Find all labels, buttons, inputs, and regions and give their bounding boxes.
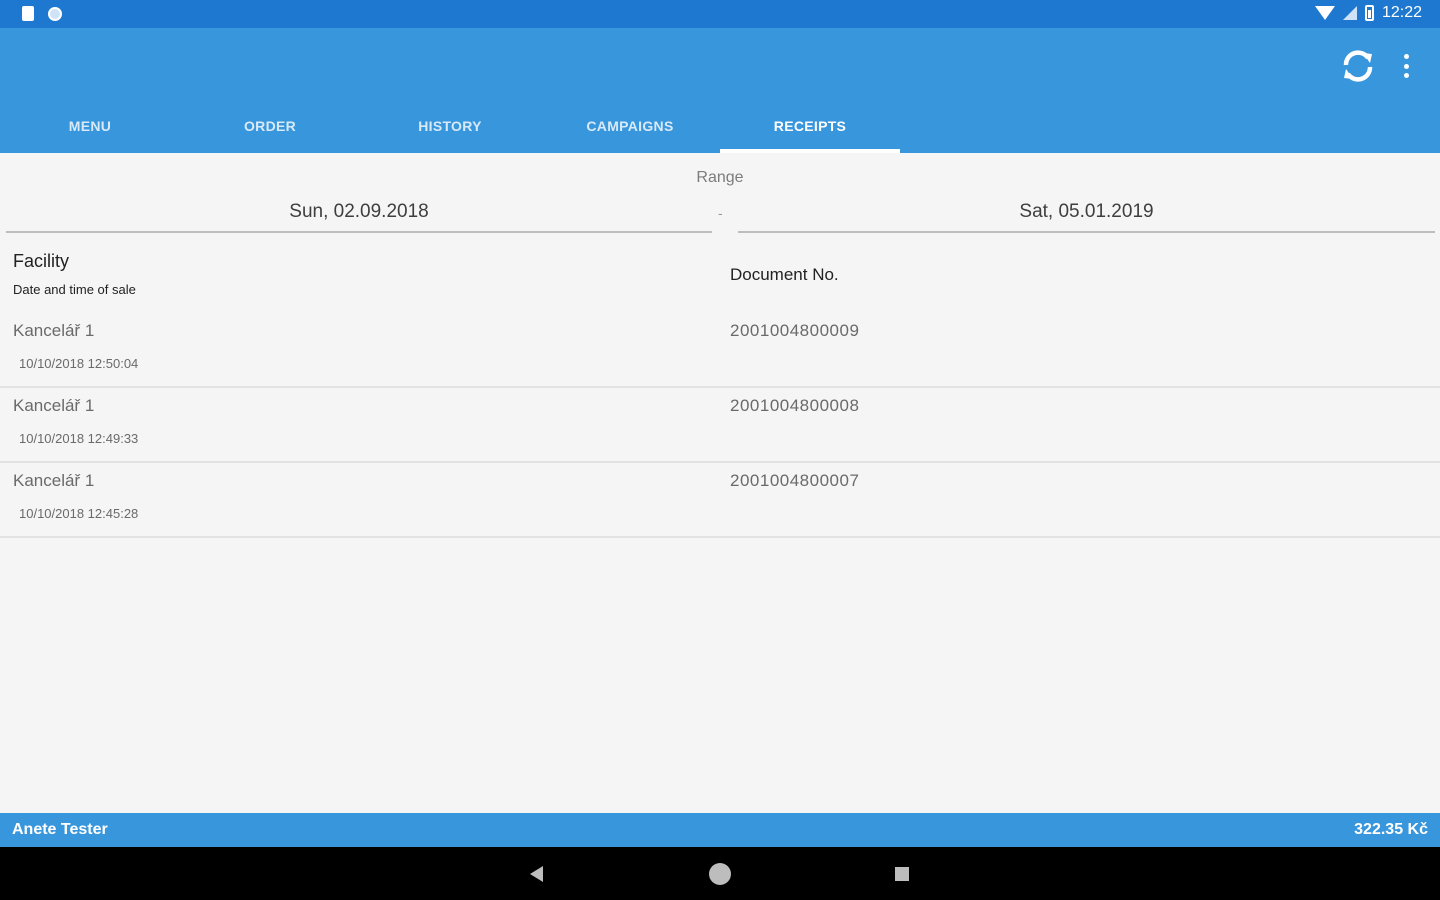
receipt-row[interactable]: Kancelář 1 10/10/2018 12:45:28 200100480… xyxy=(0,463,1440,538)
receipt-facility: Kancelář 1 xyxy=(13,396,95,415)
user-name: Anete Tester xyxy=(12,821,108,838)
range-label: Range xyxy=(696,169,744,186)
tab-receipts[interactable]: RECEIPTS xyxy=(720,108,900,153)
more-options-button[interactable] xyxy=(1394,50,1418,82)
column-header-document-no: Document No. xyxy=(730,265,839,284)
signal-icon xyxy=(1342,6,1357,20)
notification-doc-icon xyxy=(22,6,34,21)
wifi-icon xyxy=(1314,6,1335,20)
receipt-row[interactable]: Kancelář 1 10/10/2018 12:49:33 200100480… xyxy=(0,388,1440,463)
battery-icon xyxy=(1364,5,1374,21)
receipt-facility: Kancelář 1 xyxy=(13,321,95,340)
back-icon[interactable] xyxy=(530,866,543,882)
refresh-icon xyxy=(1343,50,1373,82)
notification-circle-icon xyxy=(48,6,62,21)
receipt-datetime: 10/10/2018 12:50:04 xyxy=(19,356,139,371)
column-header-datetime: Date and time of sale xyxy=(13,282,136,297)
receipt-datetime: 10/10/2018 12:49:33 xyxy=(19,431,139,446)
receipt-facility: Kancelář 1 xyxy=(13,471,95,490)
date-to-field[interactable]: Sat, 05.01.2019 xyxy=(738,201,1435,233)
receipts-panel: Range Sun, 02.09.2018 - Sat, 05.01.2019 … xyxy=(0,153,1440,813)
receipt-document-no: 2001004800009 xyxy=(730,321,860,340)
tab-menu[interactable]: MENU xyxy=(0,108,180,153)
app-bar: MENU ORDER HISTORY CAMPAIGNS RECEIPTS xyxy=(0,28,1440,153)
recents-icon[interactable] xyxy=(895,867,909,881)
footer-bar: Anete Tester 322.35 Kč xyxy=(0,813,1440,847)
system-nav-bar xyxy=(0,847,1440,900)
receipt-row[interactable]: Kancelář 1 10/10/2018 12:50:04 200100480… xyxy=(0,313,1440,388)
status-notifications xyxy=(22,6,62,21)
status-indicators: 12:22 xyxy=(1314,4,1422,22)
tab-order[interactable]: ORDER xyxy=(180,108,360,153)
tab-campaigns[interactable]: CAMPAIGNS xyxy=(540,108,720,153)
total-amount: 322.35 Kč xyxy=(1354,821,1428,838)
home-icon[interactable] xyxy=(709,863,731,885)
receipt-datetime: 10/10/2018 12:45:28 xyxy=(19,506,139,521)
receipt-document-no: 2001004800008 xyxy=(730,396,860,415)
column-header-facility: Facility xyxy=(13,251,70,271)
range-separator: - xyxy=(718,205,723,221)
more-vert-icon-dot xyxy=(1403,54,1409,59)
date-from-field[interactable]: Sun, 02.09.2018 xyxy=(6,201,712,233)
status-time: 12:22 xyxy=(1381,4,1422,21)
tab-bar: MENU ORDER HISTORY CAMPAIGNS RECEIPTS xyxy=(0,108,920,153)
refresh-button[interactable] xyxy=(1338,46,1378,86)
more-vert-icon-dot xyxy=(1403,73,1409,78)
receipt-document-no: 2001004800007 xyxy=(730,471,860,490)
more-vert-icon-dot xyxy=(1403,63,1409,69)
tab-history[interactable]: HISTORY xyxy=(360,108,540,153)
status-bar: 12:22 xyxy=(0,0,1440,28)
